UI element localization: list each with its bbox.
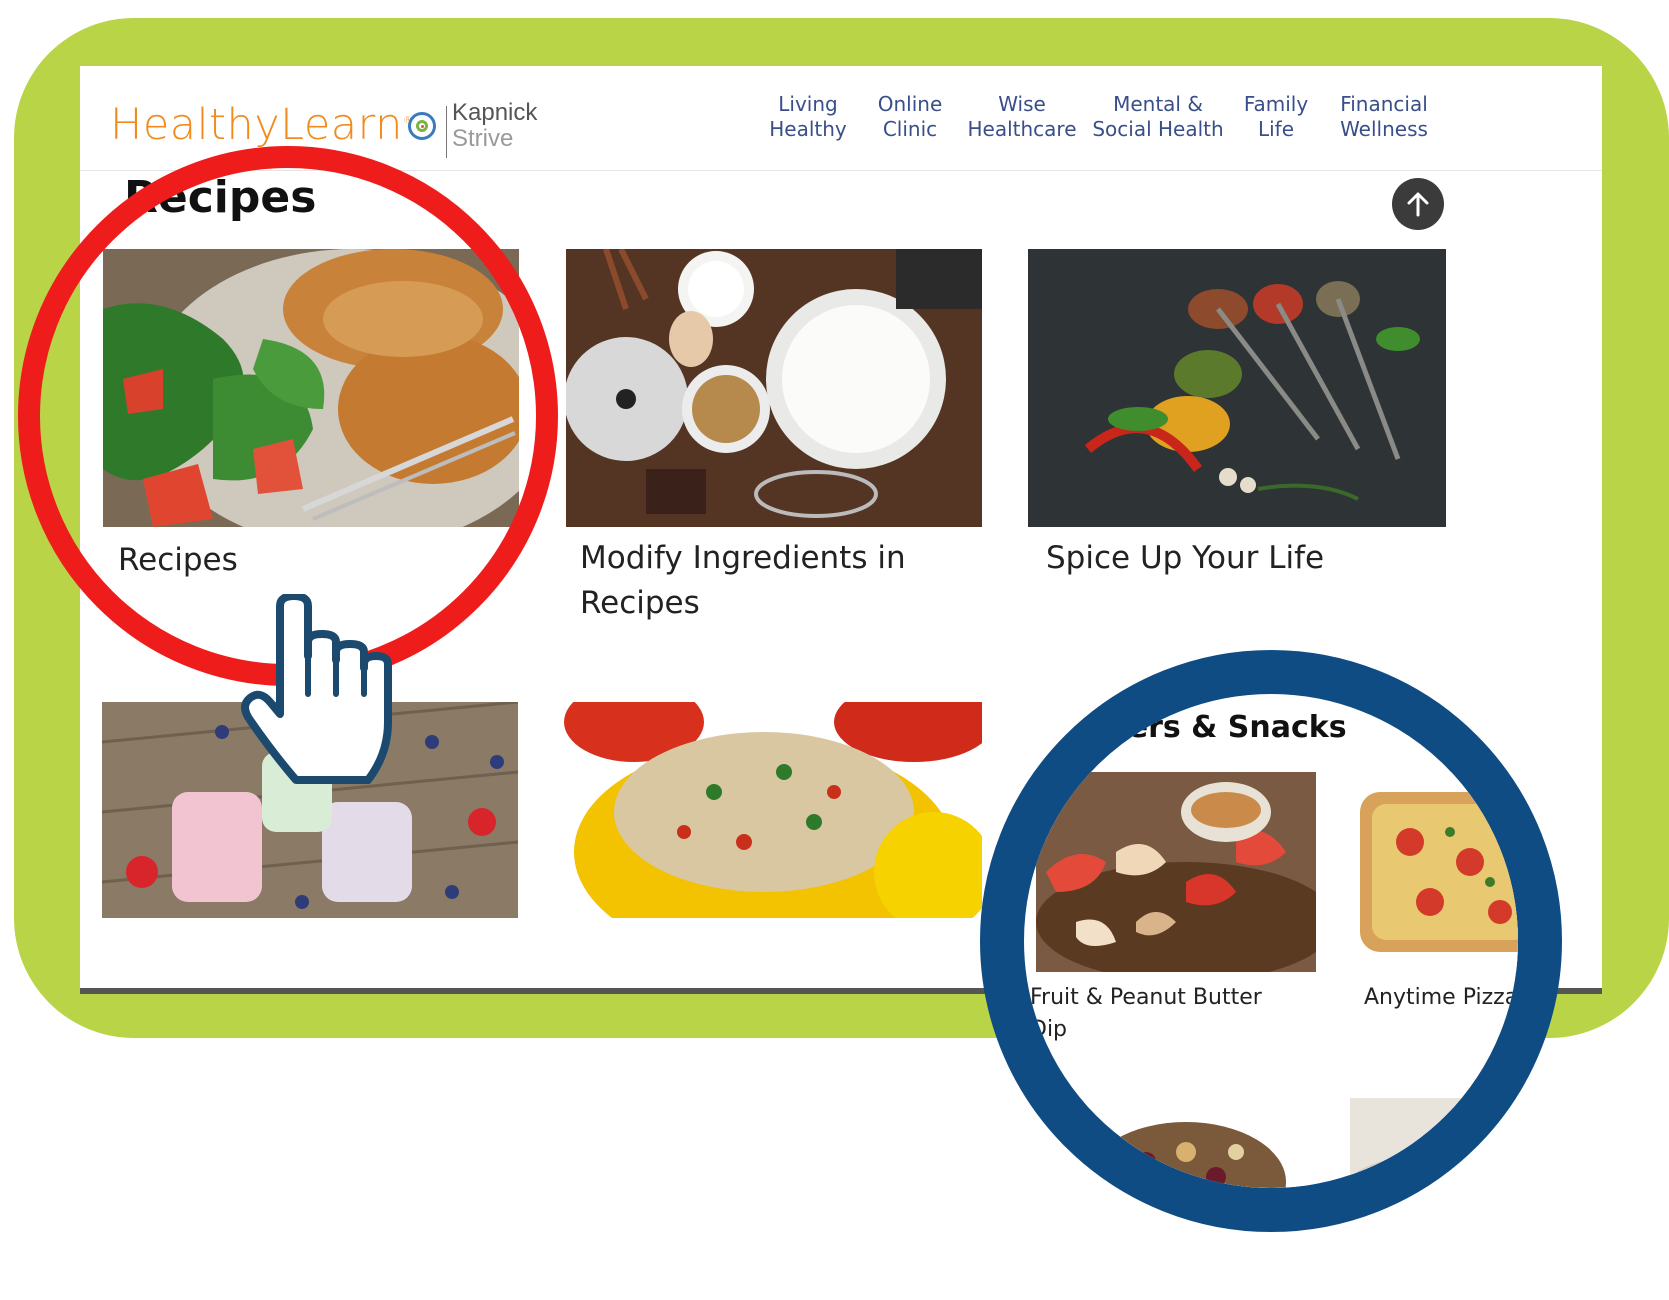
- nav-label: Social Health: [1092, 117, 1224, 141]
- anytime-pizza-image[interactable]: [1350, 772, 1518, 972]
- spices-image: [1028, 249, 1446, 527]
- hand-pointer-icon: [241, 594, 392, 784]
- fruit-pb-dip-label[interactable]: Fruit & Peanut Butter Dip: [1030, 982, 1290, 1046]
- spice-card-image[interactable]: [1028, 249, 1446, 527]
- zoom-section-title: izers & Snacks: [1100, 710, 1347, 745]
- nav-label: Healthy: [769, 117, 847, 141]
- trail-mix-image[interactable]: [1036, 1102, 1316, 1188]
- card-title-modify-ingredients[interactable]: Modify Ingredients in Recipes: [580, 536, 970, 626]
- nav-label: Living: [778, 92, 838, 116]
- zoom-magnifier: izers & Snacks Fruit & Peanut Butter Dip: [980, 650, 1562, 1232]
- anytime-pizza-label[interactable]: Anytime Pizza: [1364, 982, 1518, 1014]
- nav-label: Life: [1257, 117, 1295, 141]
- stuffed-pepper-card-image[interactable]: [564, 702, 982, 918]
- trail-mix-image-art: [1036, 1102, 1316, 1188]
- nav-label: Wellness: [1340, 117, 1428, 141]
- scroll-to-top-button[interactable]: [1392, 178, 1444, 230]
- nav-label: Mental &: [1113, 92, 1203, 116]
- partner-logo: Kapnick Strive: [452, 100, 537, 152]
- next-item-image[interactable]: [1350, 1098, 1518, 1188]
- target-icon: [408, 112, 436, 140]
- nav-label: Family: [1243, 92, 1309, 116]
- partner-name: Kapnick: [452, 99, 538, 126]
- nav-label: Healthcare: [967, 117, 1077, 141]
- healthylearn-logo[interactable]: HealthyLearn®: [110, 100, 413, 150]
- nav-wise-healthcare[interactable]: Wise Healthcare: [962, 92, 1082, 142]
- card-title-spice-up[interactable]: Spice Up Your Life: [1046, 536, 1324, 581]
- next-item-art: [1350, 1098, 1518, 1188]
- logo-text: HealthyLearn: [110, 100, 403, 150]
- nav-mental-social-health[interactable]: Mental & Social Health: [1088, 92, 1228, 142]
- nav-financial-wellness[interactable]: Financial Wellness: [1326, 92, 1442, 142]
- fruit-pb-dip-image[interactable]: [1036, 772, 1316, 972]
- nav-label: Clinic: [882, 117, 938, 141]
- nav-label: Online: [877, 92, 943, 116]
- zoom-content: izers & Snacks Fruit & Peanut Butter Dip: [1024, 694, 1518, 1188]
- arrow-up-icon: [1407, 192, 1429, 217]
- fruit-peanut-butter-image: [1036, 772, 1316, 972]
- baking-ingredients-image: [566, 249, 982, 527]
- nav-label: Financial: [1340, 92, 1428, 116]
- modify-ingredients-card-image[interactable]: [566, 249, 982, 527]
- nav-online-clinic[interactable]: Online Clinic: [864, 92, 956, 142]
- nav-living-healthy[interactable]: Living Healthy: [758, 92, 858, 142]
- pizza-image: [1350, 772, 1518, 972]
- partner-subname: Strive: [452, 125, 514, 152]
- nav-label: Wise: [998, 92, 1046, 116]
- partner-divider: [446, 106, 447, 158]
- nav-family-life[interactable]: Family Life: [1236, 92, 1316, 142]
- stuffed-pepper-image: [564, 702, 982, 918]
